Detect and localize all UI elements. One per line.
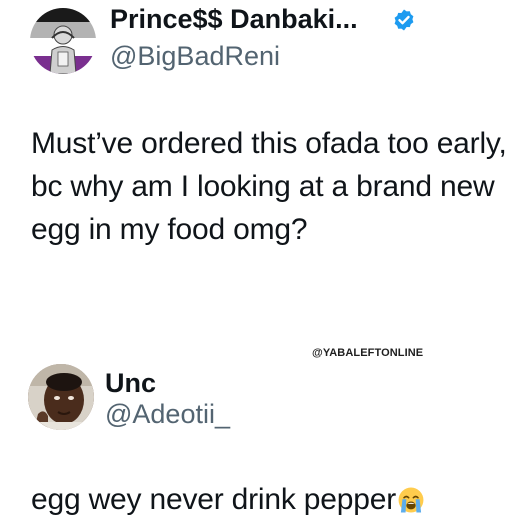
verified-badge-icon [394,9,414,31]
display-name[interactable]: Prince$$ Danbaki... [110,2,358,36]
avatar[interactable] [30,8,96,74]
handle[interactable]: @Adeotii_ [105,398,230,430]
tweet-text-content: egg wey never drink pepper [31,483,397,516]
handle[interactable]: @BigBadReni [110,40,280,72]
avatar[interactable] [28,364,94,430]
profile-photo-icon [30,8,96,74]
tweet-text: Must’ve ordered this ofada too early, bc… [31,127,507,246]
loudly-crying-face-icon [398,487,424,513]
display-name[interactable]: Unc [105,366,156,400]
tweet-reply: Unc @Adeotii_ egg wey never drink pepper [0,350,526,526]
tweet-text: egg wey never drink pepper [31,478,511,521]
profile-photo-icon [28,364,94,430]
tweet-original: Prince$$ Danbaki... @BigBadReni Must’ve … [0,0,526,300]
